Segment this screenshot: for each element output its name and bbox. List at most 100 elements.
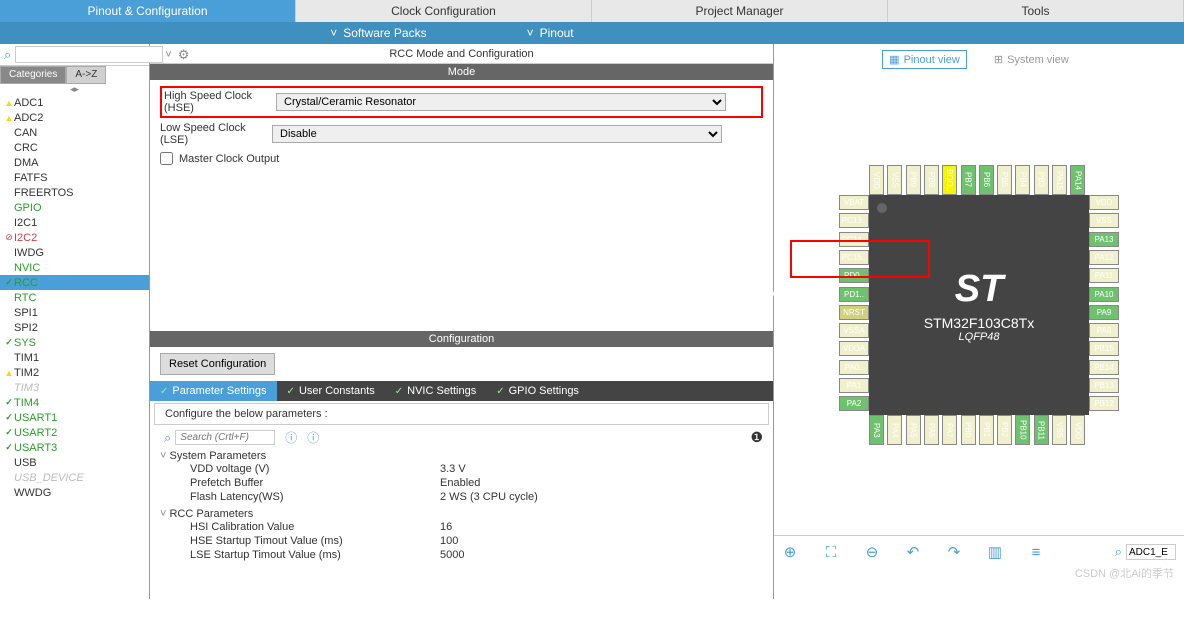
info-icon-2[interactable]: ⓘ	[307, 429, 319, 446]
pin-PA12[interactable]: PA12	[1089, 250, 1119, 265]
sidebar-search-input[interactable]	[15, 46, 163, 63]
periph-dma[interactable]: DMA	[0, 155, 149, 170]
top-tab-project-manager[interactable]: Project Manager	[592, 0, 888, 22]
lse-select[interactable]: Disable	[272, 125, 722, 143]
rotate-left-icon[interactable]: ↶	[905, 544, 921, 560]
tab-categories[interactable]: Categories	[0, 66, 66, 84]
pin-PB13[interactable]: PB13	[1089, 378, 1119, 393]
periph-iwdg[interactable]: IWDG	[0, 245, 149, 260]
config-tab-nvic-settings[interactable]: NVIC Settings	[385, 381, 486, 401]
system-view-button[interactable]: ⊞System view	[987, 50, 1076, 69]
pin-PA4[interactable]: PA4	[887, 415, 902, 445]
pin-PB10[interactable]: PB10	[1015, 415, 1030, 445]
pin-PA9[interactable]: PA9	[1089, 305, 1119, 320]
rotate-right-icon[interactable]: ↷	[946, 544, 962, 560]
top-tab-pinout-configuration[interactable]: Pinout & Configuration	[0, 0, 296, 22]
top-tab-tools[interactable]: Tools	[888, 0, 1184, 22]
periph-fatfs[interactable]: FATFS	[0, 170, 149, 185]
param-search-input[interactable]	[175, 430, 275, 445]
periph-gpio[interactable]: GPIO	[0, 200, 149, 215]
pin-PA8[interactable]: PA8	[1089, 323, 1119, 338]
pin-PA14[interactable]: PA14	[1070, 165, 1085, 195]
pin-PA2[interactable]: PA2	[839, 396, 869, 411]
periph-usart1[interactable]: USART1	[0, 410, 149, 425]
pin-PC15[interactable]: PC15..	[839, 250, 869, 265]
periph-rcc[interactable]: RCC	[0, 275, 149, 290]
grid-icon[interactable]: ▥	[987, 544, 1003, 560]
pin-PB14[interactable]: PB14	[1089, 360, 1119, 375]
pin-PA6[interactable]: PA6	[924, 415, 939, 445]
param-row[interactable]: Flash Latency(WS)2 WS (3 CPU cycle)	[160, 490, 763, 504]
pin-PB7[interactable]: PB7	[961, 165, 976, 195]
pin-VSS[interactable]: VSS	[1052, 415, 1067, 445]
fit-icon[interactable]: ⛶	[823, 544, 839, 560]
periph-i2c2[interactable]: I2C2	[0, 230, 149, 245]
layers-icon[interactable]: ≡	[1028, 544, 1044, 560]
config-tab-parameter-settings[interactable]: Parameter Settings	[150, 381, 277, 401]
pin-PB4[interactable]: PB4	[1015, 165, 1030, 195]
periph-tim1[interactable]: TIM1	[0, 350, 149, 365]
param-group-title[interactable]: System Parameters	[160, 450, 763, 462]
pin-PB3[interactable]: PB3	[1034, 165, 1049, 195]
config-tab-user-constants[interactable]: User Constants	[277, 381, 385, 401]
periph-usart2[interactable]: USART2	[0, 425, 149, 440]
pin-PC14[interactable]: PC14..	[839, 232, 869, 247]
info-icon[interactable]: ⓘ	[285, 429, 297, 446]
pinout-menu[interactable]: Pinout	[527, 26, 574, 40]
param-row[interactable]: LSE Startup Timout Value (ms)5000	[160, 548, 763, 562]
pin-PB1[interactable]: PB1	[979, 415, 994, 445]
param-row[interactable]: Prefetch BufferEnabled	[160, 476, 763, 490]
periph-usb_device[interactable]: USB_DEVICE	[0, 470, 149, 485]
pin-VDD[interactable]: VDD	[1070, 415, 1085, 445]
pin-NRST[interactable]: NRST	[839, 305, 869, 320]
param-row[interactable]: VDD voltage (V)3.3 V	[160, 462, 763, 476]
software-packs-menu[interactable]: Software Packs	[330, 26, 426, 40]
param-group-title[interactable]: RCC Parameters	[160, 508, 763, 520]
periph-usart3[interactable]: USART3	[0, 440, 149, 455]
periph-i2c1[interactable]: I2C1	[0, 215, 149, 230]
hse-select[interactable]: Crystal/Ceramic Resonator	[276, 93, 726, 111]
pin-BOO[interactable]: BOO..	[942, 165, 957, 195]
config-tab-gpio-settings[interactable]: GPIO Settings	[486, 381, 589, 401]
pin-PA10[interactable]: PA10	[1089, 287, 1119, 302]
param-row[interactable]: HSI Calibration Value16	[160, 520, 763, 534]
periph-usb[interactable]: USB	[0, 455, 149, 470]
param-row[interactable]: HSE Startup Timout Value (ms)100	[160, 534, 763, 548]
pin-PA5[interactable]: PA5	[906, 415, 921, 445]
pin-VDD[interactable]: VDD	[869, 165, 884, 195]
pin-PB12[interactable]: PB12	[1089, 396, 1119, 411]
periph-rtc[interactable]: RTC	[0, 290, 149, 305]
periph-adc2[interactable]: ADC2	[0, 110, 149, 125]
pin-PB6[interactable]: PB6	[979, 165, 994, 195]
pin-PA11[interactable]: PA11	[1089, 268, 1119, 283]
periph-spi2[interactable]: SPI2	[0, 320, 149, 335]
pin-PB11[interactable]: PB11	[1034, 415, 1049, 445]
periph-tim2[interactable]: TIM2	[0, 365, 149, 380]
toolbar-search-icon[interactable]: ⌕	[1115, 544, 1122, 560]
pin-VBAT[interactable]: VBAT	[839, 195, 869, 210]
pin-PA15[interactable]: PA15	[1052, 165, 1067, 195]
param-search-icon[interactable]: ⌕	[164, 430, 171, 446]
pin-PB8[interactable]: PB8	[924, 165, 939, 195]
periph-nvic[interactable]: NVIC	[0, 260, 149, 275]
zoom-in-icon[interactable]: ⊕	[782, 544, 798, 560]
help-icon[interactable]: ❶	[750, 429, 763, 446]
periph-wwdg[interactable]: WWDG	[0, 485, 149, 500]
pin-VSSA[interactable]: VSSA	[839, 323, 869, 338]
pin-PA1[interactable]: PA1	[839, 378, 869, 393]
pin-PB0[interactable]: PB0	[961, 415, 976, 445]
periph-tim3[interactable]: TIM3	[0, 380, 149, 395]
pin-VSS[interactable]: VSS	[887, 165, 902, 195]
pin-PD0[interactable]: PD0..	[839, 268, 869, 283]
periph-sys[interactable]: SYS	[0, 335, 149, 350]
pin-PB2[interactable]: PB2	[997, 415, 1012, 445]
pin-PA0[interactable]: PA0..	[839, 360, 869, 375]
pin-PD1[interactable]: PD1..	[839, 287, 869, 302]
pin-VSS[interactable]: VSS	[1089, 213, 1119, 228]
search-icon[interactable]: ⌕	[4, 47, 11, 63]
periph-crc[interactable]: CRC	[0, 140, 149, 155]
periph-can[interactable]: CAN	[0, 125, 149, 140]
tab-a-z[interactable]: A->Z	[66, 66, 106, 84]
updown-arrows[interactable]: ◂▸	[0, 84, 149, 95]
pin-PA13[interactable]: PA13	[1089, 232, 1119, 247]
